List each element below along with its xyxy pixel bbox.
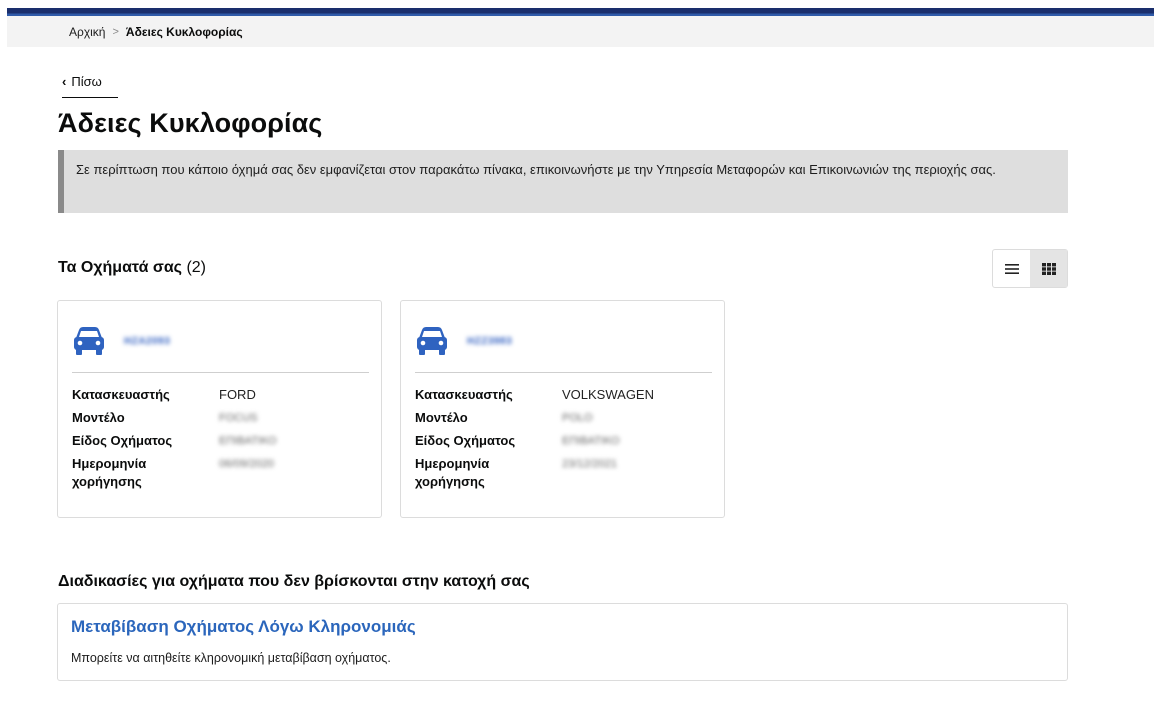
manufacturer-label: Κατασκευαστής: [415, 387, 513, 402]
model-value: POLO: [562, 412, 593, 424]
model-value: FOCUS: [219, 412, 258, 424]
divider: [72, 372, 369, 373]
model-label: Μοντέλο: [415, 410, 468, 425]
vehicle-plate[interactable]: ΗΖΑ2093: [124, 336, 170, 347]
date-value: 23/12/2021: [562, 458, 618, 470]
detail-row-date: Ημερομηνία χορήγησης 23/12/2021: [415, 455, 654, 491]
top-brand-bar: [7, 8, 1154, 16]
detail-row-date: Ημερομηνία χορήγησης 06/09/2020: [72, 455, 277, 491]
inheritance-transfer-link[interactable]: Μεταβίβαση Οχήματος Λόγω Κληρονομιάς: [71, 617, 416, 637]
detail-row-model: Μοντέλο POLO: [415, 409, 654, 427]
vehicle-card[interactable]: ΗΖΖ3983 Κατασκευαστής VOLKSWAGEN Μοντέλο P…: [400, 300, 725, 518]
date-label: Ημερομηνία χορήγησης: [415, 456, 490, 489]
detail-row-manufacturer: Κατασκευαστής VOLKSWAGEN: [415, 386, 654, 404]
vehicle-card-header: ΗΖΑ2093: [72, 321, 170, 361]
list-view-icon: [1004, 263, 1019, 274]
date-value: 06/09/2020: [219, 458, 275, 470]
vehicle-card-header: ΗΖΖ3983: [415, 321, 512, 361]
procedure-description: Μπορείτε να αιτηθείτε κληρονομική μεταβί…: [71, 651, 391, 665]
breadcrumb-home-link[interactable]: Αρχική: [69, 25, 105, 39]
detail-row-type: Είδος Οχήματος ΕΠΙΒΑΤΙΚΟ: [72, 432, 277, 450]
vehicles-heading: Τα Οχήματά σας (2): [58, 259, 206, 277]
car-icon: [74, 327, 104, 355]
detail-row-type: Είδος Οχήματος ΕΠΙΒΑΤΙΚΟ: [415, 432, 654, 450]
manufacturer-label: Κατασκευαστής: [72, 387, 170, 402]
manufacturer-value: VOLKSWAGEN: [562, 387, 654, 402]
manufacturer-value: FORD: [219, 387, 256, 402]
vehicle-plate[interactable]: ΗΖΖ3983: [467, 336, 512, 347]
breadcrumb-separator: >: [112, 25, 119, 38]
list-view-button[interactable]: [993, 250, 1030, 287]
page-title: Άδειες Κυκλοφορίας: [58, 108, 323, 138]
info-notice: Σε περίπτωση που κάποιο όχημά σας δεν εμ…: [58, 150, 1068, 213]
vehicle-details: Κατασκευαστής FORD Μοντέλο FOCUS Είδος Οχή…: [72, 386, 277, 496]
detail-row-manufacturer: Κατασκευαστής FORD: [72, 386, 277, 404]
type-label: Είδος Οχήματος: [415, 433, 516, 448]
car-icon: [417, 327, 447, 355]
vehicles-count: (2): [186, 259, 207, 276]
model-label: Μοντέλο: [72, 410, 125, 425]
type-value: ΕΠΙΒΑΤΙΚΟ: [562, 435, 620, 447]
type-value: ΕΠΙΒΑΤΙΚΟ: [219, 435, 277, 447]
back-link[interactable]: ‹ Πίσω: [62, 74, 118, 98]
detail-row-model: Μοντέλο FOCUS: [72, 409, 277, 427]
grid-view-button[interactable]: [1030, 250, 1067, 287]
vehicles-heading-text: Τα Οχήματά σας: [58, 259, 182, 276]
divider: [415, 372, 712, 373]
vehicle-details: Κατασκευαστής VOLKSWAGEN Μοντέλο POLO Είδο…: [415, 386, 654, 496]
breadcrumb-current: Άδειες Κυκλοφορίας: [125, 24, 243, 39]
procedures-heading: Διαδικασίες για οχήματα που δεν βρίσκοντ…: [58, 573, 530, 590]
type-label: Είδος Οχήματος: [72, 433, 173, 448]
chevron-left-icon: ‹: [62, 74, 67, 89]
vehicle-card[interactable]: ΗΖΑ2093 Κατασκευαστής FORD Μοντέλο FOCUS Ε…: [57, 300, 382, 518]
grid-view-icon: [1041, 262, 1056, 275]
breadcrumb: Αρχική > Άδειες Κυκλοφορίας: [7, 16, 1154, 47]
date-label: Ημερομηνία χορήγησης: [72, 456, 147, 489]
back-label: Πίσω: [71, 74, 102, 89]
view-toggle: [992, 249, 1068, 288]
procedure-card: Μεταβίβαση Οχήματος Λόγω Κληρονομιάς Μπο…: [57, 603, 1068, 681]
